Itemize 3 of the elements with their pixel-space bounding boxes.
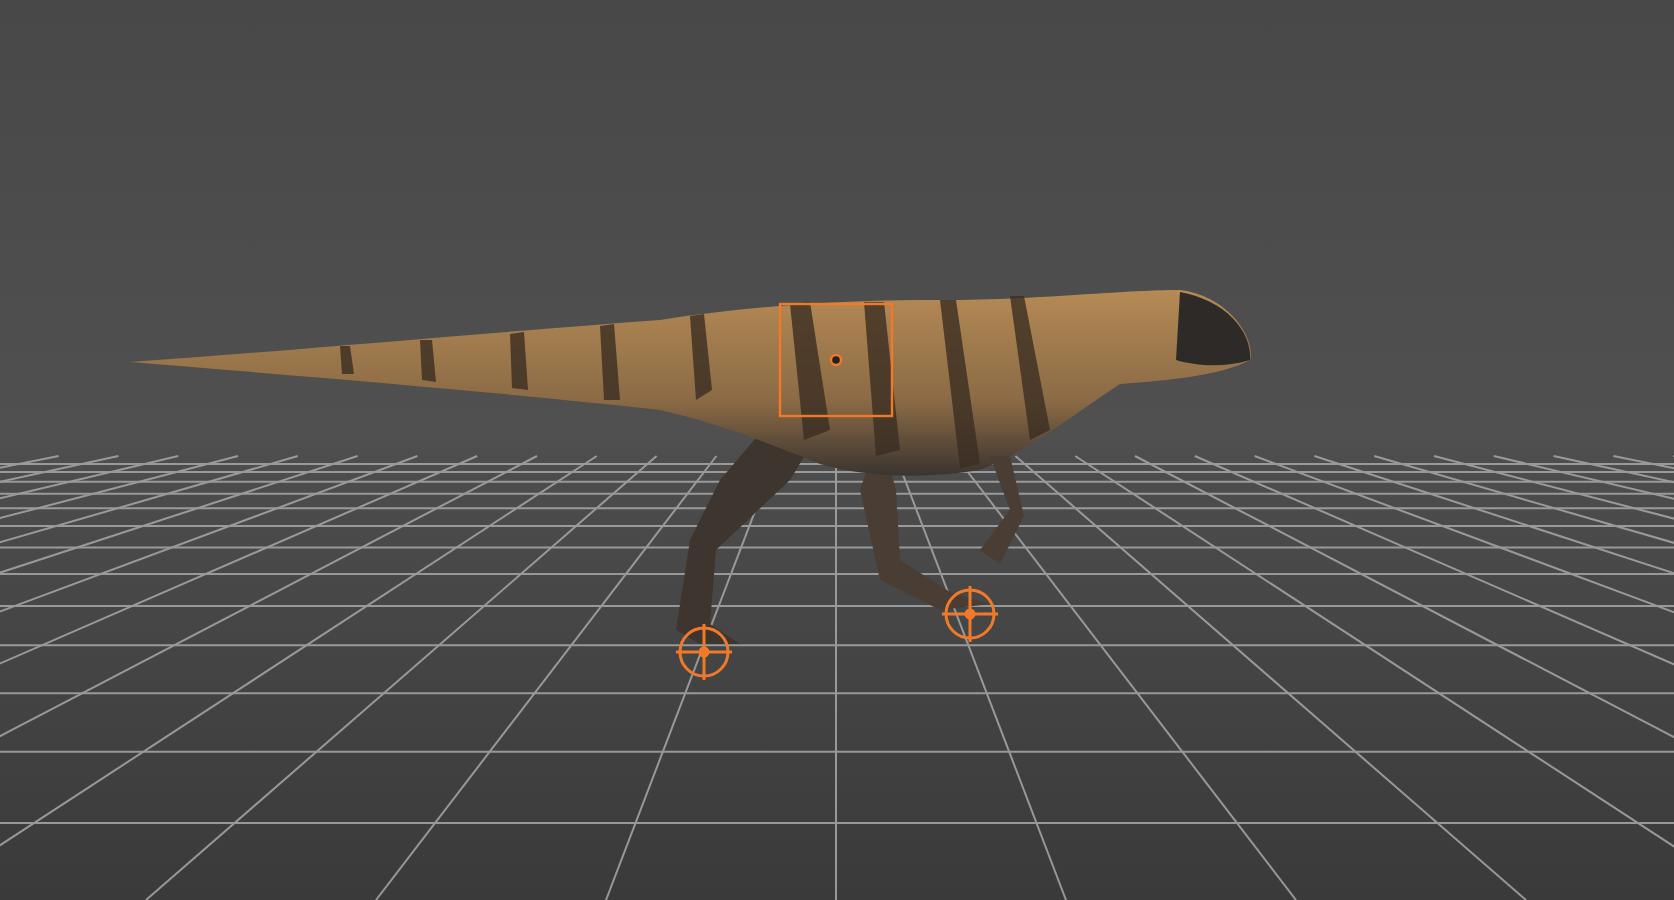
foot-target-handle[interactable] bbox=[676, 624, 732, 680]
rig-box-handle[interactable] bbox=[778, 302, 894, 418]
foot-target-handle[interactable] bbox=[942, 586, 998, 642]
